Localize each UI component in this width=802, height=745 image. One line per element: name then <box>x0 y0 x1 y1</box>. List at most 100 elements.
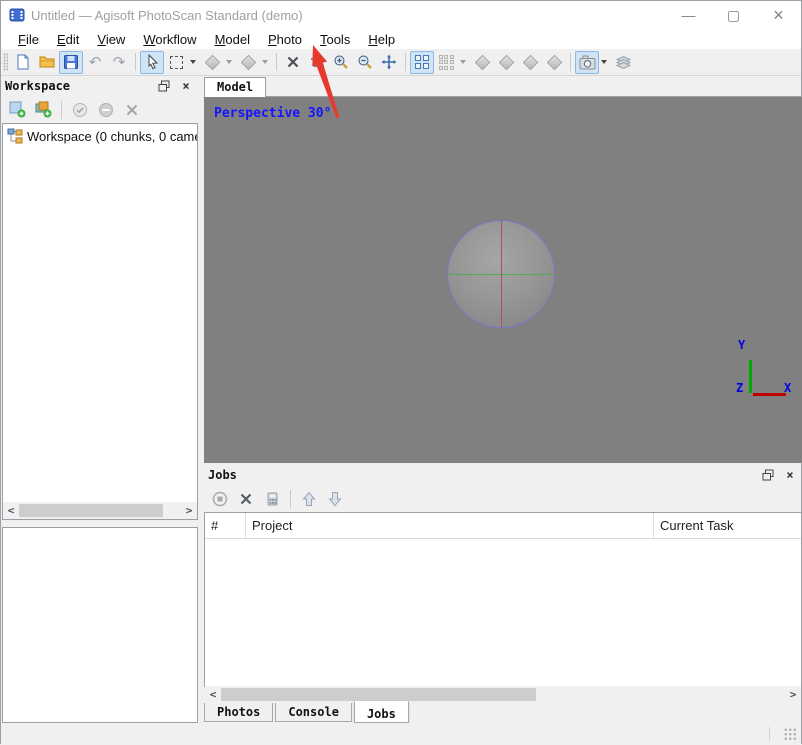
redo-icon: ↷ <box>113 55 126 70</box>
crop-icon <box>310 55 325 70</box>
toolbar-grip-icon[interactable] <box>3 53 8 71</box>
layers-stack-icon <box>615 54 632 70</box>
scroll-left-icon[interactable]: < <box>205 686 221 703</box>
menu-tools[interactable]: Tools <box>311 31 359 48</box>
grid-3x3-icon <box>439 55 454 70</box>
enable-item-button[interactable] <box>68 98 92 121</box>
toolbar-separator <box>405 53 406 71</box>
toolbar-separator <box>570 53 571 71</box>
workspace-tree-hscrollbar[interactable]: < > <box>3 502 197 519</box>
resize-region-button[interactable] <box>305 51 329 74</box>
grid-2x2-view-button[interactable] <box>410 51 434 74</box>
workspace-float-button[interactable] <box>156 78 172 94</box>
redo-button[interactable]: ↷ <box>107 51 131 74</box>
add-photos-button[interactable] <box>31 98 55 121</box>
model-sphere <box>447 220 555 328</box>
open-project-button[interactable] <box>35 51 59 74</box>
view-bottom-icon <box>546 54 562 70</box>
scroll-right-icon[interactable]: > <box>181 502 197 519</box>
zoom-out-button[interactable] <box>353 51 377 74</box>
arrow-up-icon <box>301 491 317 507</box>
view-top-button[interactable] <box>494 51 518 74</box>
cursor-arrow-icon <box>144 54 160 70</box>
workspace-tree: Workspace (0 chunks, 0 came < > <box>2 123 198 520</box>
tab-jobs[interactable]: Jobs <box>354 701 409 723</box>
move-job-down-button[interactable] <box>323 487 347 510</box>
rotate-object-button[interactable] <box>200 51 236 74</box>
batch-process-button[interactable] <box>260 487 284 510</box>
model-viewport[interactable]: Perspective 30° Y Z X <box>204 97 802 463</box>
add-chunk-icon <box>9 101 26 118</box>
scroll-right-icon[interactable]: > <box>785 686 801 703</box>
minus-circle-icon <box>98 102 114 118</box>
close-button[interactable]: × <box>756 1 801 29</box>
arrow-down-icon <box>327 491 343 507</box>
view-right-button[interactable] <box>518 51 542 74</box>
application-window: Untitled — Agisoft PhotoScan Standard (d… <box>0 0 802 744</box>
capture-view-button[interactable] <box>575 51 611 74</box>
remove-item-button[interactable] <box>120 98 144 121</box>
menu-help[interactable]: Help <box>359 31 404 48</box>
stop-circle-icon <box>212 491 228 507</box>
minimize-button[interactable]: — <box>666 1 711 29</box>
menu-file[interactable]: File <box>9 31 48 48</box>
maximize-button[interactable]: ▢ <box>711 1 756 29</box>
new-document-button[interactable] <box>11 51 35 74</box>
scrollbar-thumb[interactable] <box>221 688 536 701</box>
workspace-panel-title: Workspace <box>5 79 70 93</box>
menu-workflow[interactable]: Workflow <box>134 31 205 48</box>
disable-item-button[interactable] <box>94 98 118 121</box>
add-chunk-button[interactable] <box>5 98 29 121</box>
toolbar-separator <box>290 490 291 508</box>
view-bottom-button[interactable] <box>542 51 566 74</box>
title-bar: Untitled — Agisoft PhotoScan Standard (d… <box>1 1 801 29</box>
workspace-root-item[interactable]: Workspace (0 chunks, 0 came <box>3 124 197 146</box>
perspective-overlay-label: Perspective 30° <box>214 106 331 121</box>
axis-label-x: X <box>784 381 791 395</box>
resize-grip-icon[interactable] <box>784 728 797 741</box>
column-header-current-task[interactable]: Current Task <box>654 513 801 538</box>
window-controls: — ▢ × <box>666 1 801 29</box>
open-folder-icon <box>39 54 55 70</box>
zoom-in-button[interactable] <box>329 51 353 74</box>
scroll-left-icon[interactable]: < <box>3 502 19 519</box>
menu-model[interactable]: Model <box>206 31 259 48</box>
grid-3x3-view-button[interactable] <box>434 51 470 74</box>
undo-icon: ↶ <box>89 55 102 70</box>
tab-console[interactable]: Console <box>275 703 352 722</box>
save-floppy-icon <box>63 54 79 70</box>
column-header-number[interactable]: # <box>205 513 246 538</box>
rotate-region-button[interactable] <box>236 51 272 74</box>
tab-model[interactable]: Model <box>204 77 266 97</box>
axis-label-z: Z <box>736 381 743 395</box>
jobs-float-button[interactable] <box>760 467 776 483</box>
workspace-close-button[interactable]: × <box>178 78 194 94</box>
reset-view-button[interactable] <box>377 51 401 74</box>
status-bar <box>1 723 801 744</box>
view-left-button[interactable] <box>470 51 494 74</box>
menu-view[interactable]: View <box>88 31 134 48</box>
remove-x-icon <box>125 103 139 117</box>
cursor-select-button[interactable] <box>140 51 164 74</box>
rectangle-selection-button[interactable] <box>164 51 200 74</box>
delete-selection-button[interactable] <box>281 51 305 74</box>
stop-job-button[interactable] <box>208 487 232 510</box>
menu-bar: File Edit View Workflow Model Photo Tool… <box>1 29 801 49</box>
tab-photos[interactable]: Photos <box>204 703 273 722</box>
menu-photo[interactable]: Photo <box>259 31 311 48</box>
stacked-layers-button[interactable] <box>611 51 635 74</box>
scrollbar-thumb[interactable] <box>19 504 163 517</box>
column-header-project[interactable]: Project <box>246 513 654 538</box>
menu-edit[interactable]: Edit <box>48 31 88 48</box>
undo-button[interactable]: ↶ <box>83 51 107 74</box>
jobs-close-button[interactable]: × <box>782 467 798 483</box>
chevron-down-icon <box>601 60 607 64</box>
toolbar-separator <box>135 53 136 71</box>
jobs-hscrollbar[interactable]: < > <box>205 686 801 703</box>
rotate-object-icon <box>204 54 220 70</box>
save-project-button[interactable] <box>59 51 83 74</box>
cancel-job-button[interactable] <box>234 487 258 510</box>
move-job-up-button[interactable] <box>297 487 321 510</box>
sphere-axis-horizontal <box>448 274 555 275</box>
jobs-table-header: # Project Current Task <box>205 513 801 539</box>
